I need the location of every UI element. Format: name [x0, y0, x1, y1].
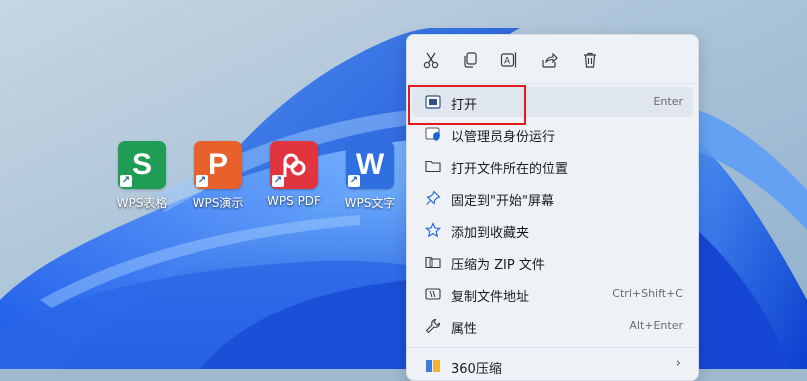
desktop-icon-label: WPS表格 [116, 196, 168, 210]
shortcut-arrow-icon: ↗ [196, 175, 208, 187]
admin-shield-icon [424, 125, 442, 143]
menu-item-open-file-location[interactable]: 打开文件所在的位置 [412, 151, 693, 181]
cut-icon [423, 52, 439, 69]
desktop-icon-label: WPS PDF [267, 194, 321, 208]
menu-item-shortcut: Ctrl+Shift+C [612, 287, 683, 300]
share-button[interactable] [536, 47, 562, 73]
menu-item-pin-to-start[interactable]: 固定到"开始"屏幕 [412, 183, 693, 213]
menu-item-label: 属性 [451, 322, 478, 337]
menu-item-properties[interactable]: 属性 Alt+Enter [412, 311, 693, 341]
folder-icon [424, 157, 442, 175]
icon-letter: W [355, 148, 385, 181]
annotation-highlight-box [408, 85, 526, 125]
wps-writer-icon: W ↗ [346, 141, 394, 189]
shortcut-arrow-icon: ↗ [348, 175, 360, 187]
delete-icon [584, 52, 596, 68]
zip-folder-icon [424, 253, 442, 271]
copy-path-icon [424, 285, 442, 303]
wps-pdf-icon: ↗ [270, 141, 318, 189]
menu-item-shortcut: Alt+Enter [629, 319, 683, 332]
menu-item-copy-path[interactable]: 复制文件地址 Ctrl+Shift+C [412, 279, 693, 309]
archive-icon [424, 357, 442, 375]
menu-item-label: 打开文件所在的位置 [451, 162, 569, 177]
desktop-icon-label: WPS文字 [344, 196, 396, 210]
menu-item-label: 固定到"开始"屏幕 [451, 194, 554, 209]
share-icon [542, 52, 558, 68]
menu-item-label: 以管理员身份运行 [451, 130, 556, 145]
menu-item-label: 360压缩 [451, 362, 502, 377]
icon-letter: P [207, 148, 228, 181]
icon-letter: S [131, 148, 152, 181]
desktop-icon-wps-spreadsheet[interactable]: S ↗ WPS表格 [104, 141, 180, 213]
rename-icon: A [500, 52, 517, 68]
wps-presentation-icon: P ↗ [194, 141, 242, 189]
desktop-icon-wps-writer[interactable]: W ↗ WPS文字 [332, 141, 408, 213]
wps-spreadsheet-icon: S ↗ [118, 141, 166, 189]
menu-item-shortcut: Enter [653, 95, 683, 108]
pin-icon [424, 189, 442, 207]
cut-button[interactable] [418, 47, 444, 73]
desktop-icon-wps-pdf[interactable]: ↗ WPS PDF [256, 141, 332, 213]
menu-item-label: 添加到收藏夹 [451, 226, 530, 241]
menu-item-compress-zip[interactable]: 压缩为 ZIP 文件 [412, 247, 693, 277]
menu-item-360-compress[interactable]: 360压缩 › [412, 351, 693, 381]
wrench-icon [424, 317, 442, 335]
menu-item-add-to-favorites[interactable]: 添加到收藏夹 [412, 215, 693, 245]
svg-text:A: A [504, 57, 511, 67]
shortcut-arrow-icon: ↗ [272, 175, 284, 187]
star-icon [424, 221, 442, 239]
menu-item-label: 压缩为 ZIP 文件 [451, 258, 545, 273]
menu-separator [407, 347, 698, 348]
delete-button[interactable] [577, 47, 603, 73]
copy-button[interactable] [457, 47, 483, 73]
context-menu-toolbar: A [407, 35, 698, 84]
menu-item-label: 复制文件地址 [451, 290, 530, 305]
copy-icon [464, 52, 477, 68]
shortcut-arrow-icon: ↗ [120, 175, 132, 187]
rename-button[interactable]: A [496, 47, 522, 73]
desktop-icon-label: WPS演示 [192, 196, 244, 210]
desktop-icon-wps-presentation[interactable]: P ↗ WPS演示 [180, 141, 256, 213]
